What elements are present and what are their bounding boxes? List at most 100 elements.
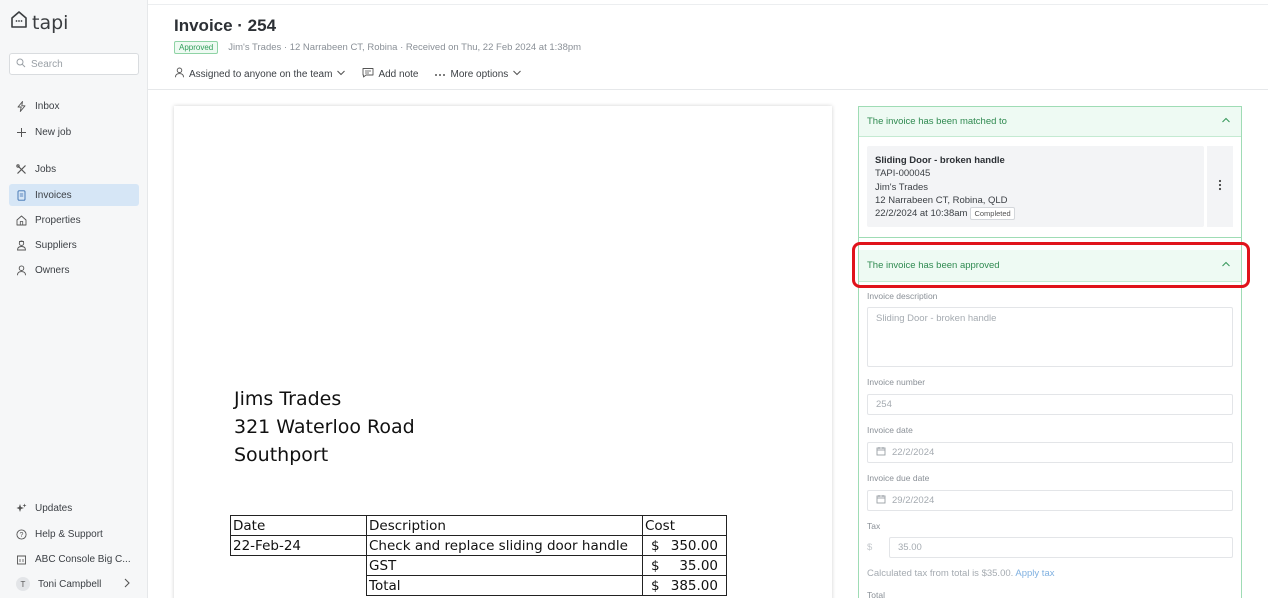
house-icon xyxy=(16,215,27,226)
field-label: Tax xyxy=(867,521,881,531)
matched-job-card[interactable]: Sliding Door - broken handle TAPI-000045… xyxy=(867,146,1204,227)
table-header-row: Date Description Cost xyxy=(230,515,727,536)
column-header: Description xyxy=(366,515,643,536)
invoice-document-preview[interactable]: Jims Trades 321 Waterloo Road Southport … xyxy=(174,106,832,598)
user-menu[interactable]: T Toni Campbell xyxy=(9,573,139,595)
cell-cost: $35.00 xyxy=(642,555,727,576)
chevron-right-icon xyxy=(123,578,131,591)
cell-date xyxy=(231,556,367,576)
search-input[interactable] xyxy=(31,58,131,70)
column-header: Cost xyxy=(642,515,727,536)
currency-symbol: $ xyxy=(651,557,660,574)
user-icon xyxy=(174,67,185,81)
address-line: Jims Trades xyxy=(234,388,342,410)
table-row: GST $35.00 xyxy=(231,555,727,576)
matched-title: The invoice has been matched to xyxy=(867,116,1007,127)
currency-symbol: $ xyxy=(651,577,660,594)
address-line: Southport xyxy=(234,444,329,466)
job-datetime: 22/2/2024 at 10:38am xyxy=(875,208,968,220)
sidebar-item-label: Help & Support xyxy=(35,528,103,540)
sidebar-item-organisation[interactable]: ABC Console Big C... xyxy=(9,548,139,570)
highlight-annotation xyxy=(852,242,1250,288)
sidebar-item-jobs[interactable]: Jobs xyxy=(9,158,139,180)
sidebar-item-owners[interactable]: Owners xyxy=(9,259,139,281)
sidebar-item-suppliers[interactable]: Suppliers xyxy=(9,234,139,256)
supplier-address: Jims Trades 321 Waterloo Road Southport xyxy=(234,385,415,469)
field-label: Invoice description xyxy=(867,291,938,301)
calendar-icon xyxy=(876,494,886,507)
tax-row: $ 35.00 xyxy=(867,537,1233,558)
address-line: 321 Waterloo Road xyxy=(234,416,415,438)
assign-dropdown[interactable]: Assigned to anyone on the team xyxy=(174,67,346,81)
kebab-menu-icon xyxy=(1218,178,1222,196)
sidebar-item-label: Owners xyxy=(35,264,70,276)
field-value: 35.00 xyxy=(898,542,922,553)
invoice-icon xyxy=(16,189,27,201)
status-badge: Completed xyxy=(970,207,1015,221)
more-options-dropdown[interactable]: More options xyxy=(434,69,522,80)
ellipsis-icon xyxy=(434,69,446,80)
invoice-side-panel: The invoice has been matched to Sliding … xyxy=(858,106,1242,598)
tax-input[interactable]: 35.00 xyxy=(889,537,1233,558)
sidebar: tapi Inbox New job Jobs Invoices Propert… xyxy=(0,0,148,598)
sidebar-item-updates[interactable]: Updates xyxy=(9,497,139,519)
calc-text: Calculated tax from total is $35.00. xyxy=(867,568,1014,579)
column-header: Date xyxy=(230,515,367,536)
amount: 35.00 xyxy=(679,557,718,574)
field-label: Invoice due date xyxy=(867,473,930,483)
field-value: Sliding Door - broken handle xyxy=(876,313,997,324)
cell-cost: $385.00 xyxy=(642,575,727,596)
sidebar-item-inbox[interactable]: Inbox xyxy=(9,95,139,117)
job-supplier: Jim's Trades xyxy=(875,181,929,193)
field-label: Invoice number xyxy=(867,377,926,387)
card-menu-button[interactable] xyxy=(1207,146,1233,227)
invoice-number-field[interactable]: 254 xyxy=(867,394,1233,415)
sidebar-item-properties[interactable]: Properties xyxy=(9,209,139,231)
job-reference: TAPI-000045 xyxy=(875,168,931,180)
field-label: Total xyxy=(867,590,885,598)
tools-icon xyxy=(16,163,27,175)
invoice-due-date-field[interactable]: 29/2/2024 xyxy=(867,490,1233,511)
owner-icon xyxy=(16,264,27,276)
sidebar-item-label: Invoices xyxy=(35,189,72,201)
sidebar-item-label: Properties xyxy=(35,214,81,226)
cell-date xyxy=(231,576,367,596)
search-box[interactable] xyxy=(9,53,139,75)
help-icon: ? xyxy=(16,528,27,540)
invoice-line-items: Date Description Cost 22-Feb-24 Check an… xyxy=(230,515,727,596)
logo[interactable]: tapi xyxy=(10,10,68,35)
cell-description: Total xyxy=(366,575,643,596)
table-row: 22-Feb-24 Check and replace sliding door… xyxy=(230,535,727,556)
sidebar-item-invoices[interactable]: Invoices xyxy=(9,184,139,206)
chevron-down-icon xyxy=(512,69,522,80)
table-row: Total $385.00 xyxy=(231,575,727,596)
sidebar-item-label: New job xyxy=(35,126,72,138)
add-note-button[interactable]: Add note xyxy=(362,67,418,81)
sidebar-item-label: Suppliers xyxy=(35,239,77,251)
building-icon xyxy=(16,554,27,565)
chevron-up-icon xyxy=(1221,116,1231,127)
add-note-label: Add note xyxy=(378,68,419,80)
sidebar-item-new-job[interactable]: New job xyxy=(9,121,139,143)
cell-description: Check and replace sliding door handle xyxy=(366,535,643,556)
matched-section-header[interactable]: The invoice has been matched to xyxy=(859,107,1241,137)
tapi-logo-icon xyxy=(10,10,28,35)
currency-symbol: $ xyxy=(651,537,660,554)
invoice-description-field[interactable]: Sliding Door - broken handle xyxy=(867,307,1233,367)
sparkle-icon xyxy=(16,503,27,514)
invoice-subline: Approved Jim's Trades · 12 Narrabeen CT,… xyxy=(174,41,581,54)
apply-tax-link[interactable]: Apply tax xyxy=(1015,568,1054,579)
amount: 350.00 xyxy=(670,537,718,554)
chevron-down-icon xyxy=(336,69,346,80)
job-datetime-row: 22/2/2024 at 10:38am Completed xyxy=(875,207,1196,221)
header-actions: Assigned to anyone on the team Add note … xyxy=(174,67,522,81)
sidebar-item-help[interactable]: ? Help & Support xyxy=(9,523,139,545)
lightning-icon xyxy=(16,100,27,112)
supplier-icon xyxy=(16,240,27,251)
search-icon xyxy=(16,55,26,73)
sidebar-item-label: Inbox xyxy=(35,100,60,112)
invoice-date-field[interactable]: 22/2/2024 xyxy=(867,442,1233,463)
note-icon xyxy=(362,67,374,81)
cell-cost: $350.00 xyxy=(642,535,727,556)
sidebar-item-label: Updates xyxy=(35,502,73,514)
